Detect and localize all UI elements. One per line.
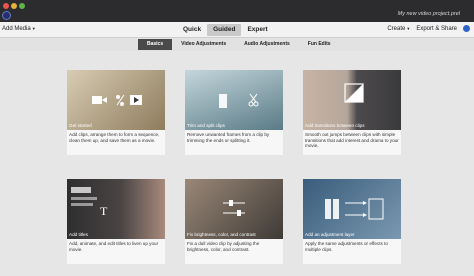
tab-expert[interactable]: Expert — [241, 24, 273, 36]
card-thumbnail: Add an adjustment layer — [303, 179, 401, 239]
card-title: Add an adjustment layer — [305, 232, 355, 237]
scissors-icon — [219, 93, 259, 108]
card-description: Fix a dull video clip by adjusting the b… — [187, 241, 260, 252]
adjustment-layer-icon — [325, 198, 384, 220]
card-description: Apply the same adjustments or effects to… — [305, 241, 388, 252]
guided-card-fix-brightness[interactable]: Fix brightness, color, and contrast Fix … — [185, 179, 283, 264]
card-title: Add transitions between clips — [305, 123, 365, 128]
guided-category-tabs: Basics Video Adjustments Audio Adjustmen… — [138, 39, 340, 50]
tab-basics[interactable]: Basics — [138, 39, 173, 50]
title-bar: My new video project.prel — [0, 0, 474, 22]
sliders-icon — [223, 200, 245, 216]
account-icon[interactable] — [463, 25, 470, 32]
add-media-label: Add Media — [2, 26, 31, 32]
add-media-menu[interactable]: Add Media▼ — [2, 26, 36, 32]
guided-card-get-started[interactable]: Get started Add clips, arrange them to f… — [67, 70, 165, 155]
tab-video-adjustments[interactable]: Video Adjustments — [172, 39, 235, 50]
card-description: Add clips, arrange them to form a sequen… — [69, 132, 160, 143]
guided-card-trim-split[interactable]: Trim and split clips Remove unwanted fra… — [185, 70, 283, 155]
guided-edits-panel: Get started Add clips, arrange them to f… — [0, 51, 474, 276]
main-toolbar: Add Media▼ Quick Guided Expert Create▼ E… — [0, 22, 474, 38]
guided-card-add-titles[interactable]: T Add titles Add, animate, and edit titl… — [67, 179, 165, 264]
card-thumbnail: Add transitions between clips — [303, 70, 401, 130]
tab-quick[interactable]: Quick — [177, 24, 207, 36]
tab-audio-adjustments[interactable]: Audio Adjustments — [235, 39, 299, 50]
guided-card-adjustment-layer[interactable]: Add an adjustment layer Apply the same a… — [303, 179, 401, 264]
card-thumbnail: Fix brightness, color, and contrast — [185, 179, 283, 239]
guided-card-transitions[interactable]: Add transitions between clips Smooth out… — [303, 70, 401, 155]
card-thumbnail: T Add titles — [67, 179, 165, 239]
close-window-button[interactable] — [3, 3, 9, 9]
card-title: Fix brightness, color, and contrast — [187, 232, 256, 237]
card-thumbnail: Trim and split clips — [185, 70, 283, 130]
card-thumbnail: Get started — [67, 70, 165, 130]
export-share-menu[interactable]: Export & Share — [416, 26, 457, 32]
create-label: Create — [387, 25, 406, 32]
guided-category-bar: Basics Video Adjustments Audio Adjustmen… — [0, 38, 474, 51]
chevron-down-icon: ▼ — [31, 26, 36, 31]
tab-guided[interactable]: Guided — [207, 24, 242, 36]
chevron-down-icon: ▼ — [406, 25, 411, 31]
card-description: Remove unwanted frames from a clip by tr… — [187, 132, 270, 143]
project-name: My new video project.prel — [397, 11, 460, 17]
app-logo-icon — [2, 11, 11, 20]
create-menu[interactable]: Create▼ — [387, 26, 410, 32]
transition-icon — [344, 83, 364, 103]
card-description: Add, animate, and edit titles to liven u… — [69, 241, 159, 252]
video-audio-icon — [92, 94, 142, 106]
titles-icon: T — [71, 187, 108, 218]
card-title: Get started — [69, 123, 92, 128]
minimize-window-button[interactable] — [11, 3, 17, 9]
card-description: Smooth out jumps between clips with simp… — [305, 132, 399, 149]
toolbar-right: Create▼ Export & Share — [387, 25, 470, 32]
tab-fun-edits[interactable]: Fun Edits — [299, 39, 340, 50]
card-title: Trim and split clips — [187, 123, 225, 128]
mode-tabs: Quick Guided Expert — [177, 24, 274, 36]
svg-text:T: T — [100, 204, 108, 218]
card-title: Add titles — [69, 232, 88, 237]
zoom-window-button[interactable] — [19, 3, 25, 9]
